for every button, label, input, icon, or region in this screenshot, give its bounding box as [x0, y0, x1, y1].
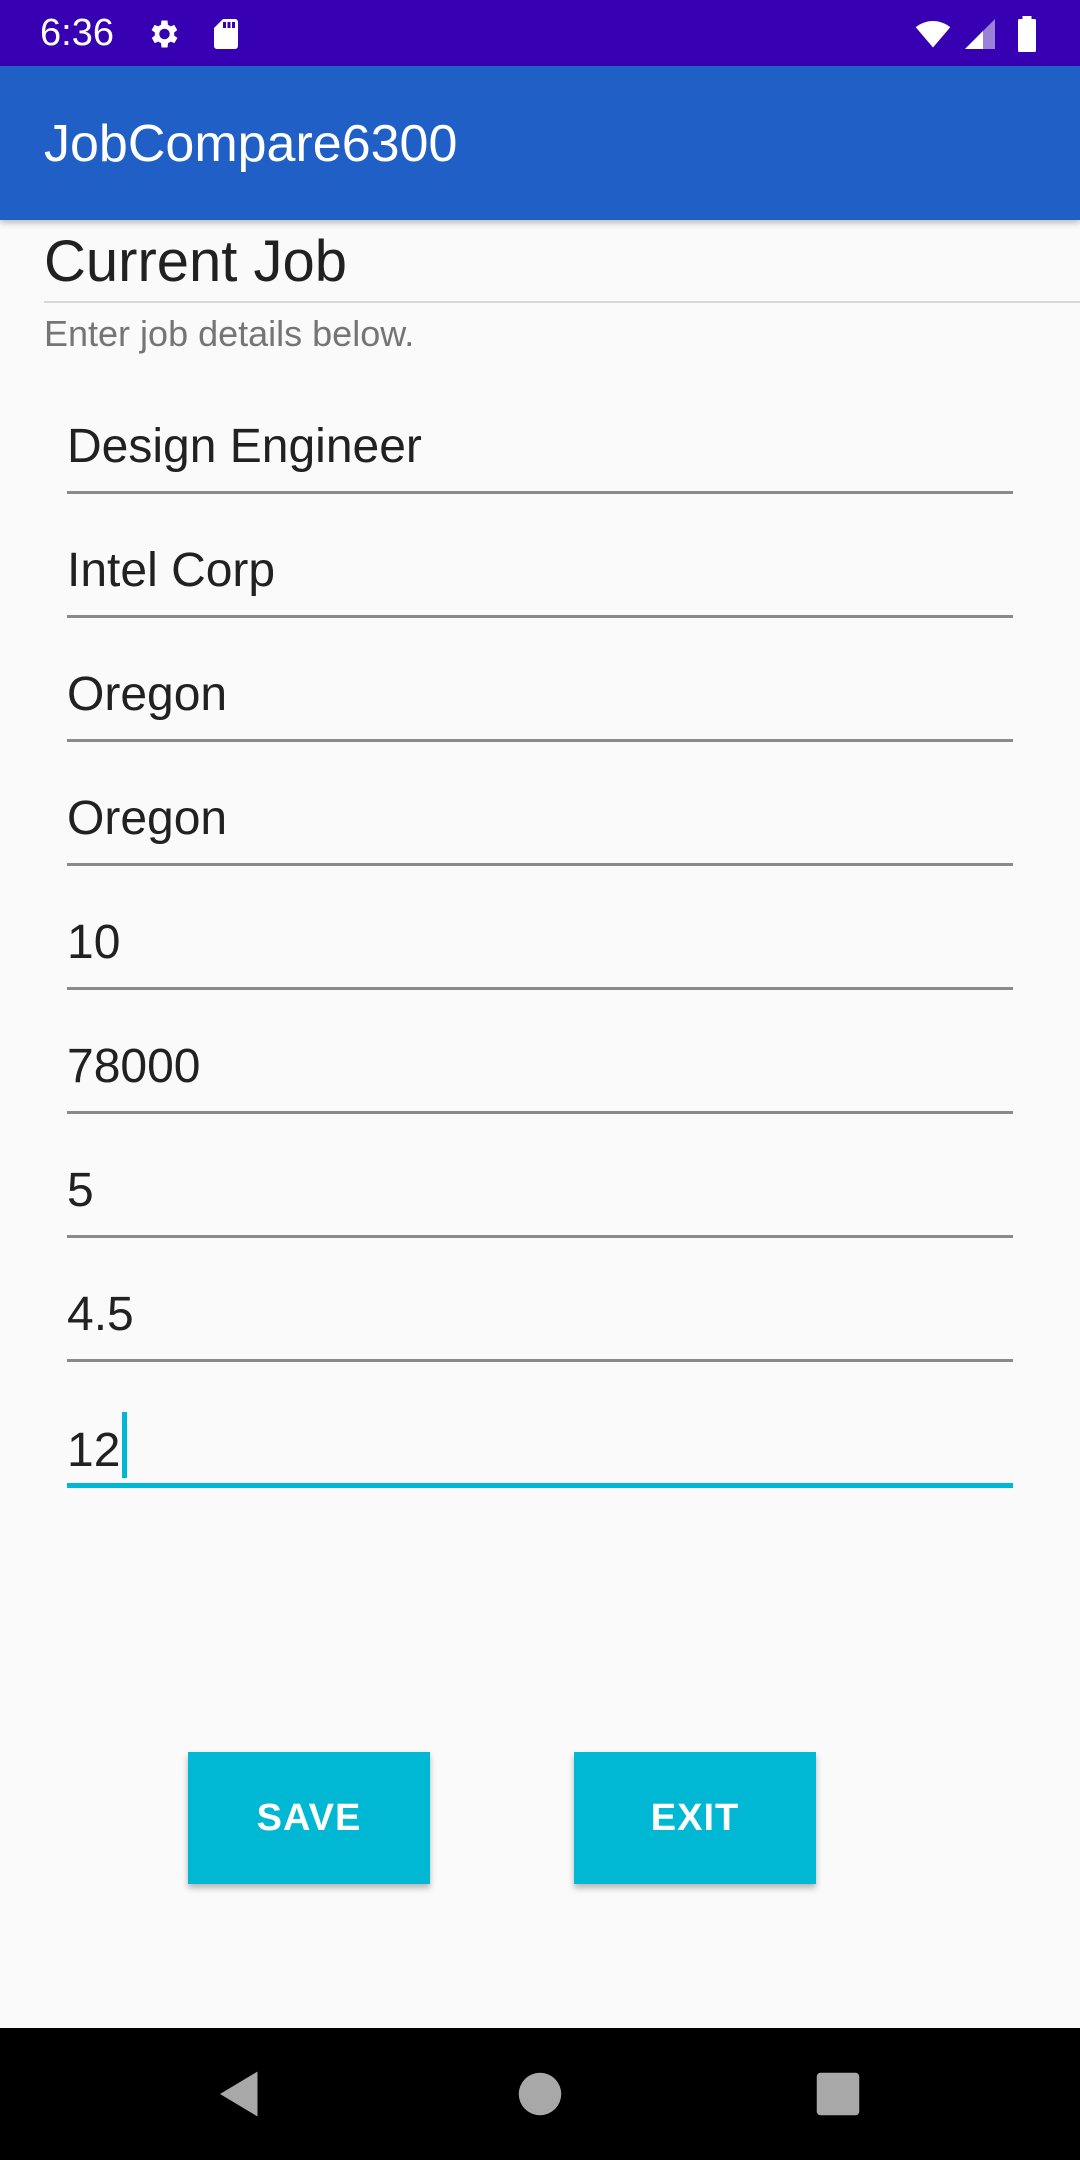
divider: [44, 301, 1080, 303]
status-time: 6:36: [40, 12, 114, 54]
status-bar: 6:36: [0, 0, 1080, 66]
signal-icon: [965, 19, 995, 49]
company-value: Intel Corp: [67, 544, 276, 597]
field-underline: [67, 1111, 1013, 1114]
app-bar: JobCompare6300: [0, 66, 1080, 220]
field-underline: [67, 1359, 1013, 1362]
exit-button[interactable]: EXIT: [574, 1752, 816, 1884]
home-icon[interactable]: [510, 2064, 570, 2124]
field-8-value: 4.5: [67, 1288, 134, 1341]
screen: 6:36 JobCompare6300 Current Job Enter jo…: [0, 0, 1080, 2160]
field-6[interactable]: 78000: [67, 1020, 1013, 1114]
save-button[interactable]: SAVE: [188, 1752, 430, 1884]
field-underline: [67, 491, 1013, 494]
field-9[interactable]: 12: [67, 1394, 1013, 1488]
field-underline-focused: [67, 1483, 1013, 1488]
wifi-icon: [915, 20, 951, 48]
state-value: Oregon: [67, 792, 228, 845]
job-title-value: Design Engineer: [67, 420, 422, 473]
city-field[interactable]: Oregon: [67, 648, 1013, 742]
field-8[interactable]: 4.5: [67, 1268, 1013, 1362]
field-underline: [67, 739, 1013, 742]
nav-bar: [0, 2028, 1080, 2160]
text-cursor: [122, 1412, 128, 1478]
company-field[interactable]: Intel Corp: [67, 524, 1013, 618]
field-underline: [67, 1235, 1013, 1238]
state-field[interactable]: Oregon: [67, 772, 1013, 866]
gear-icon: [151, 20, 178, 48]
field-7[interactable]: 5: [67, 1144, 1013, 1238]
page-title: Current Job: [44, 229, 348, 294]
field-underline: [67, 863, 1013, 866]
recents-icon[interactable]: [808, 2064, 868, 2124]
field-5[interactable]: 10: [67, 896, 1013, 990]
city-value: Oregon: [67, 668, 228, 721]
field-6-value: 78000: [67, 1040, 201, 1093]
field-5-value: 10: [67, 916, 121, 969]
field-underline: [67, 615, 1013, 618]
app-title: JobCompare6300: [44, 115, 458, 173]
sd-card-icon: [214, 19, 238, 49]
job-title-field[interactable]: Design Engineer: [67, 400, 1013, 494]
page-subtitle: Enter job details below.: [44, 313, 415, 354]
field-7-value: 5: [67, 1164, 94, 1217]
field-9-value: 12: [67, 1424, 121, 1477]
field-underline: [67, 987, 1013, 990]
battery-icon: [1018, 16, 1036, 52]
back-icon[interactable]: [210, 2064, 270, 2124]
field-9-text: 12: [67, 1412, 128, 1480]
